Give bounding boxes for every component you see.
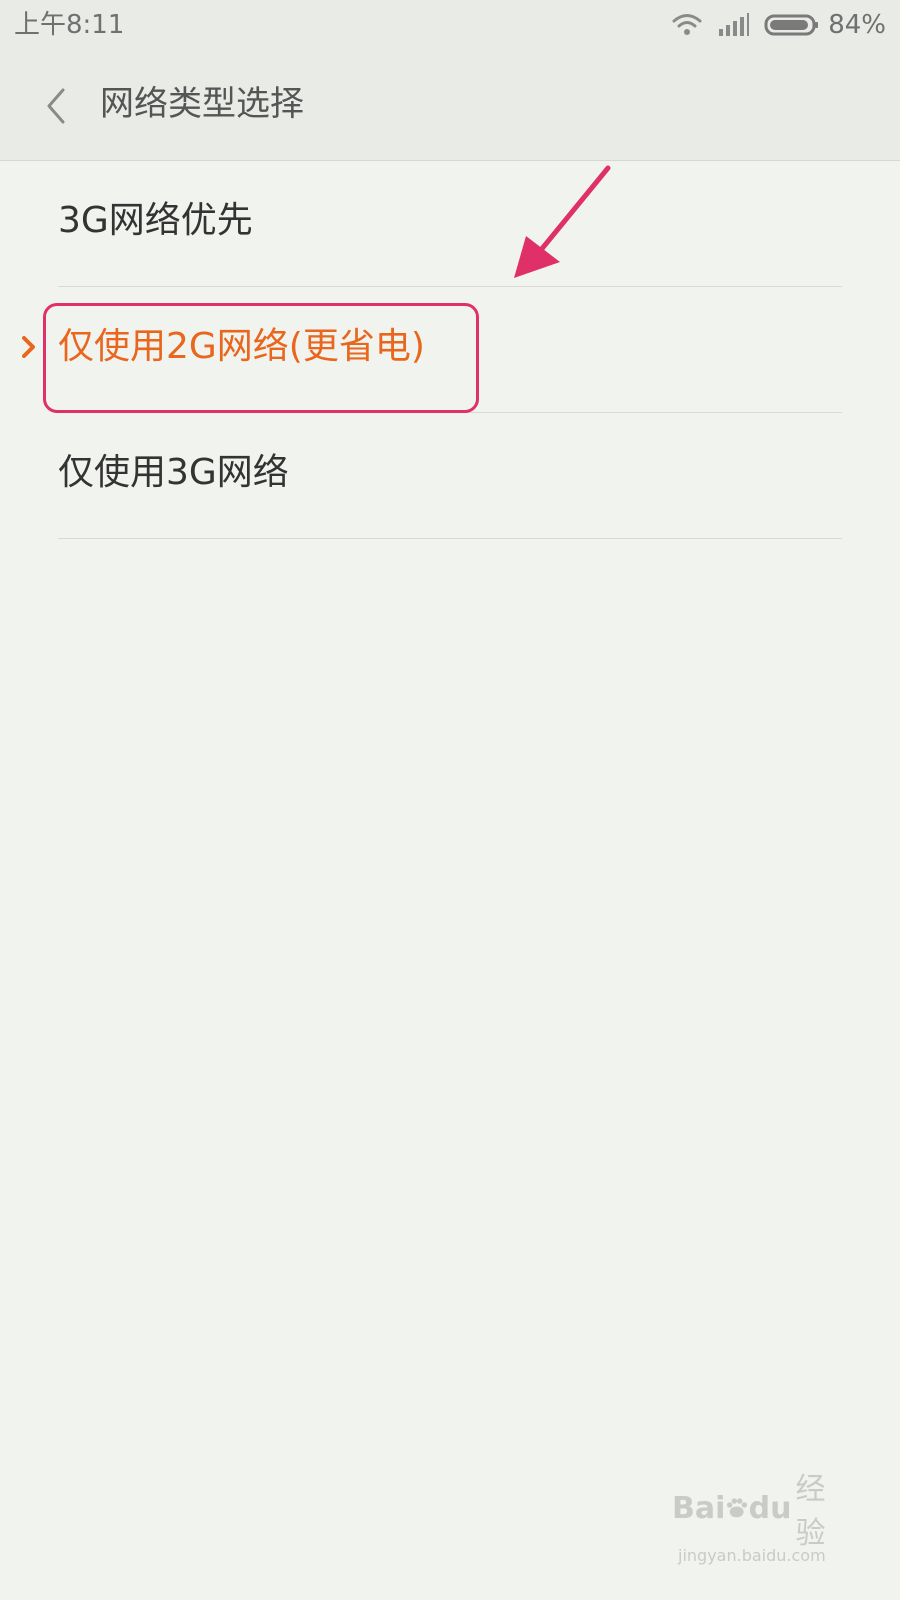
option-label: 仅使用2G网络(更省电) (58, 326, 425, 367)
network-type-list: 3G网络优先 仅使用2G网络(更省电) 仅使用3G网络 (0, 161, 900, 539)
wifi-icon (672, 13, 702, 37)
page-title: 网络类型选择 (100, 84, 304, 124)
battery-icon (764, 13, 820, 37)
watermark-product: 经验 (795, 1472, 826, 1551)
status-bar: 上午8:11 84% (0, 0, 900, 50)
option-2g-only[interactable]: 仅使用2G网络(更省电) (0, 287, 900, 413)
paw-icon (727, 1498, 748, 1518)
option-3g-preferred[interactable]: 3G网络优先 (0, 161, 900, 287)
watermark-brand: Bai (672, 1490, 726, 1526)
option-label: 3G网络优先 (58, 200, 253, 241)
chevron-left-icon[interactable] (36, 86, 76, 126)
baidu-logo: Bai du 经验 (672, 1468, 842, 1551)
option-label: 仅使用3G网络 (58, 452, 289, 493)
baidu-watermark: Bai du 经验 jingyan.baidu.com (672, 1468, 842, 1578)
battery-percentage: 84% (828, 10, 886, 40)
watermark-url: jingyan.baidu.com (678, 1546, 826, 1565)
option-3g-only[interactable]: 仅使用3G网络 (0, 413, 900, 539)
status-icons: 84% (672, 8, 886, 42)
status-time: 上午8:11 (14, 10, 125, 40)
selected-chevron-icon (22, 335, 38, 359)
signal-icon (718, 13, 750, 37)
header: 网络类型选择 (0, 50, 900, 161)
watermark-brand-suffix: du (748, 1490, 792, 1526)
